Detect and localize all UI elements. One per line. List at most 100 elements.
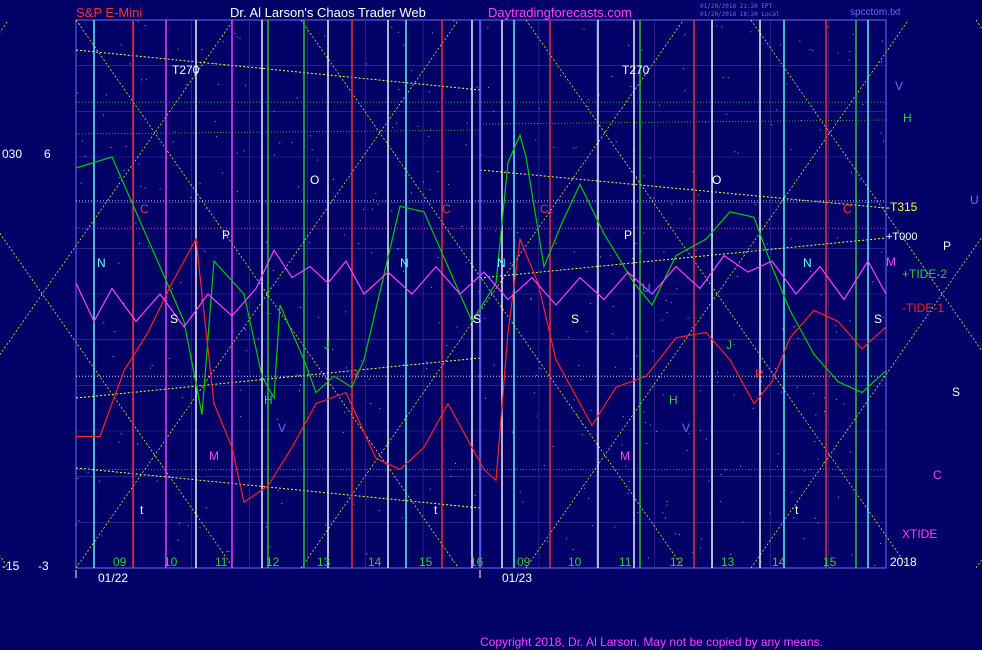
date-label-day2: 01/23 <box>502 571 532 585</box>
star-dot <box>120 44 122 46</box>
star-dot <box>437 111 439 113</box>
star-dot <box>581 434 583 436</box>
star-dot <box>493 364 495 366</box>
star-dot <box>573 399 575 401</box>
star-dot <box>655 431 657 433</box>
star-dot <box>451 559 453 561</box>
star-dot <box>81 140 83 142</box>
star-dot <box>103 322 105 324</box>
star-dot <box>461 225 463 227</box>
star-dot <box>245 329 247 331</box>
star-dot <box>835 325 837 327</box>
star-dot <box>530 297 532 299</box>
star-dot <box>200 299 202 301</box>
star-dot <box>568 336 570 338</box>
star-dot <box>370 403 372 405</box>
star-dot <box>610 255 612 257</box>
right-label-t315: -T315 <box>886 200 918 214</box>
star-dot <box>112 356 114 358</box>
star-dot <box>695 249 697 251</box>
star-dot <box>823 462 825 464</box>
star-dot <box>663 251 665 253</box>
star-dot <box>573 251 575 253</box>
star-dot <box>736 275 738 277</box>
star-dot <box>791 492 793 494</box>
star-dot <box>316 159 318 161</box>
star-dot <box>426 368 428 370</box>
star-dot <box>398 88 400 90</box>
star-dot <box>686 450 688 452</box>
left-axis-top-outer: 030 <box>2 147 22 161</box>
star-dot <box>689 218 691 220</box>
star-dot <box>342 432 344 434</box>
star-dot <box>583 28 585 30</box>
star-dot <box>110 147 112 149</box>
file-name: spcctom.txt <box>850 7 901 18</box>
star-dot <box>168 357 170 359</box>
star-dot <box>239 37 241 39</box>
right-label-c: C <box>933 468 942 482</box>
star-dot <box>578 364 580 366</box>
star-dot <box>484 317 486 319</box>
star-dot <box>291 142 293 144</box>
star-dot <box>466 122 468 124</box>
star-dot <box>118 176 120 178</box>
star-dot <box>551 212 553 214</box>
hour-label: 10 <box>164 555 178 569</box>
star-dot <box>700 430 702 432</box>
star-dot <box>140 186 142 188</box>
star-dot <box>429 189 431 191</box>
star-dot <box>346 367 348 369</box>
star-dot <box>780 391 782 393</box>
star-dot <box>700 547 702 549</box>
hour-label: 13 <box>317 555 331 569</box>
star-dot <box>589 302 591 304</box>
site-url[interactable]: Daytradingforecasts.com <box>488 5 632 20</box>
star-dot <box>357 243 359 245</box>
star-dot <box>76 524 78 526</box>
star-dot <box>637 512 639 514</box>
star-dot <box>216 136 218 138</box>
star-dot <box>526 283 528 285</box>
star-dot <box>827 26 829 28</box>
star-dot <box>179 522 181 524</box>
star-dot <box>84 156 86 158</box>
star-dot <box>101 535 103 537</box>
star-dot <box>880 61 882 63</box>
star-dot <box>612 333 614 335</box>
star-dot <box>344 411 346 413</box>
star-dot <box>717 372 719 374</box>
star-dot <box>586 330 588 332</box>
star-dot <box>480 154 482 156</box>
hour-label: 12 <box>670 555 684 569</box>
star-dot <box>333 178 335 180</box>
star-dot <box>318 316 320 318</box>
star-dot <box>345 311 347 313</box>
star-dot <box>476 86 478 88</box>
star-dot <box>530 298 532 300</box>
star-dot <box>519 491 521 493</box>
right-label-m: M <box>886 255 896 269</box>
star-dot <box>849 451 851 453</box>
star-dot <box>201 49 203 51</box>
star-dot <box>151 364 153 366</box>
marker-t270: T270 <box>172 63 200 77</box>
star-dot <box>835 331 837 333</box>
star-dot <box>705 438 707 440</box>
star-dot <box>719 500 721 502</box>
star-dot <box>522 501 524 503</box>
star-dot <box>129 63 131 65</box>
hour-label: 12 <box>266 555 280 569</box>
star-dot <box>881 40 883 42</box>
star-dot <box>372 208 374 210</box>
star-dot <box>236 190 238 192</box>
star-dot <box>332 348 334 350</box>
star-dot <box>243 150 245 152</box>
marker-s: S <box>571 312 579 326</box>
star-dot <box>538 108 540 110</box>
star-dot <box>760 380 762 382</box>
star-dot <box>98 480 100 482</box>
star-dot <box>159 188 161 190</box>
hour-label: 10 <box>568 555 582 569</box>
marker-c: C <box>442 202 451 216</box>
